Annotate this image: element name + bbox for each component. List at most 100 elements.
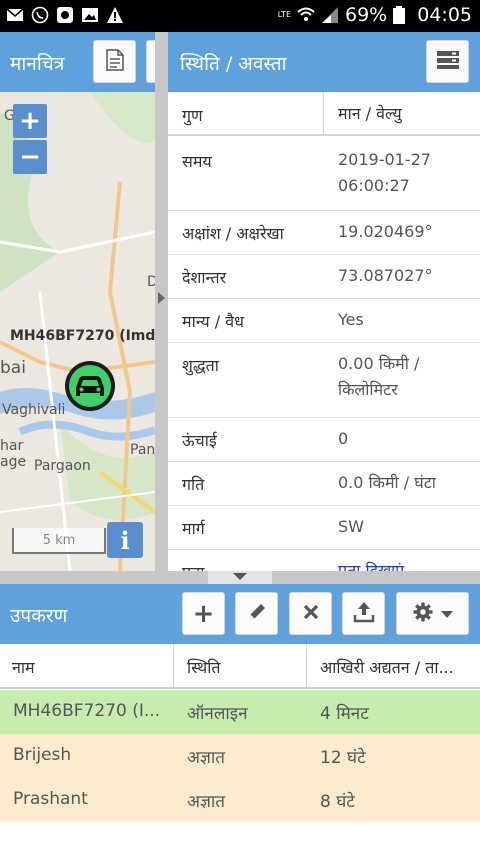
state-value: 19.020469° bbox=[338, 222, 433, 241]
network-type: LTE bbox=[277, 10, 291, 19]
devices-table-header: नाम स्थिति आखिरी अद्यतन / ता... bbox=[0, 644, 480, 689]
map-place-label: Pan bbox=[130, 442, 155, 458]
vehicle-marker-label: MH46BF7270 (Imda bbox=[10, 328, 155, 344]
state-row-speed: गति 0.0 किमी / घंटा bbox=[168, 462, 480, 506]
map-info-button[interactable]: i bbox=[107, 522, 143, 558]
state-property: देशान्तर bbox=[182, 268, 227, 287]
device-last-update: 4 मिनट bbox=[320, 704, 369, 724]
device-status: अज्ञात bbox=[187, 748, 225, 768]
pencil-icon bbox=[247, 602, 267, 626]
state-row-longitude: देशान्तर 73.087027° bbox=[168, 255, 480, 299]
map-header: मानचित्र bbox=[0, 32, 158, 92]
state-row-altitude: ऊंचाई 0 bbox=[168, 418, 480, 462]
state-row-time: समय 2019-01-27 06:00:27 bbox=[168, 136, 480, 211]
column-name[interactable]: नाम bbox=[12, 656, 35, 678]
device-status: अज्ञात bbox=[187, 792, 225, 812]
device-last-update: 8 घंटे bbox=[320, 792, 355, 812]
device-status: ऑनलाइन bbox=[187, 704, 248, 724]
state-value: Yes bbox=[338, 310, 364, 329]
state-row-accuracy: शुद्धता 0.00 किमी / किलोमिटर bbox=[168, 343, 480, 418]
device-name: Brijesh bbox=[13, 745, 72, 765]
state-table: गुण मान / वेल्यु समय 2019-01-27 06:00:27… bbox=[168, 92, 480, 571]
gear-icon bbox=[413, 602, 433, 626]
map-view[interactable]: Gan D bai Vaghivali har age Pargaon Pan … bbox=[0, 92, 155, 571]
map-scale: 5 km bbox=[12, 528, 106, 554]
state-table-header: गुण मान / वेल्यु bbox=[168, 92, 480, 136]
image-icon bbox=[81, 6, 99, 24]
map-place-label: Pargaon bbox=[34, 458, 91, 474]
warning-icon bbox=[106, 6, 124, 24]
map-place-label: age bbox=[0, 454, 27, 470]
device-name: Prashant bbox=[13, 789, 88, 809]
remove-device-button[interactable] bbox=[289, 592, 332, 635]
devices-title: उपकरण bbox=[10, 605, 68, 627]
device-name: MH46BF7270 (I... bbox=[13, 701, 161, 721]
plus-icon: + bbox=[192, 598, 215, 629]
state-title: स्थिति / अवस्ता bbox=[180, 53, 287, 75]
map-place-label: har bbox=[0, 438, 24, 454]
state-property: शुद्धता bbox=[182, 356, 219, 375]
signal-icon bbox=[321, 6, 339, 24]
device-last-update: 12 घंटे bbox=[320, 748, 366, 768]
battery-icon bbox=[393, 6, 411, 24]
state-header: स्थिति / अवस्ता bbox=[168, 32, 480, 92]
state-property: मान्य / वैध bbox=[182, 312, 245, 331]
state-property: गति bbox=[182, 475, 205, 494]
whatsapp-icon bbox=[31, 6, 49, 24]
device-row[interactable]: MH46BF7270 (I... ऑनलाइन 4 मिनट bbox=[0, 690, 480, 734]
caret-down-icon bbox=[440, 604, 453, 623]
state-value: 0.00 किमी / किलोमिटर bbox=[338, 354, 420, 399]
state-value: 73.087027° bbox=[338, 266, 433, 285]
wifi-icon bbox=[297, 6, 315, 24]
column-property: गुण bbox=[182, 106, 203, 125]
show-address-link[interactable]: पता दिखाएं bbox=[338, 558, 473, 571]
state-row-address: पता पता दिखाएं bbox=[168, 550, 480, 571]
edit-device-button[interactable] bbox=[235, 592, 278, 635]
state-property: समय bbox=[182, 152, 212, 171]
collapse-down-icon[interactable] bbox=[233, 573, 247, 580]
column-divider[interactable] bbox=[323, 92, 324, 136]
state-value: 2019-01-27 06:00:27 bbox=[338, 150, 431, 195]
column-last-update[interactable]: आखिरी अद्यतन / ता... bbox=[320, 656, 454, 678]
add-device-button[interactable]: + bbox=[182, 592, 225, 635]
map-title: मानचित्र bbox=[10, 53, 65, 75]
map-place-label: bai bbox=[0, 358, 26, 378]
state-property: ऊंचाई bbox=[182, 431, 217, 450]
document-icon bbox=[105, 48, 124, 75]
state-row-course: मार्ग SW bbox=[168, 506, 480, 550]
map-place-label: Vaghivali bbox=[2, 402, 66, 418]
upload-button[interactable] bbox=[342, 592, 385, 635]
column-divider[interactable] bbox=[173, 644, 174, 688]
state-row-valid: मान्य / वैध Yes bbox=[168, 299, 480, 343]
map-place-label: D bbox=[147, 274, 155, 290]
state-property: पता bbox=[182, 561, 204, 571]
settings-dropdown-button[interactable] bbox=[396, 592, 469, 635]
state-property: मार्ग bbox=[182, 519, 205, 538]
car-icon bbox=[65, 361, 115, 411]
devices-header: उपकरण + bbox=[0, 584, 480, 644]
state-toggle-button[interactable] bbox=[426, 40, 469, 83]
app-icon bbox=[56, 6, 74, 24]
column-status[interactable]: स्थिति bbox=[187, 656, 221, 678]
state-value: 0.0 किमी / घंटा bbox=[338, 473, 436, 492]
status-bar: LTE 69% 04:05 bbox=[0, 0, 480, 32]
zoom-out-button[interactable]: − bbox=[13, 140, 47, 174]
report-button[interactable] bbox=[93, 40, 136, 83]
state-row-latitude: अक्षांश / अक्षरेखा 19.020469° bbox=[168, 211, 480, 255]
upload-icon bbox=[353, 601, 375, 627]
close-icon bbox=[303, 604, 319, 624]
state-value: 0 bbox=[338, 429, 349, 448]
device-row[interactable]: Brijesh अज्ञात 12 घंटे bbox=[0, 734, 480, 778]
zoom-in-button[interactable]: + bbox=[13, 104, 47, 138]
server-list-icon bbox=[436, 50, 460, 74]
vehicle-marker[interactable] bbox=[64, 360, 116, 412]
collapse-arrow-icon[interactable] bbox=[158, 292, 165, 304]
mail-icon bbox=[6, 6, 24, 24]
column-value: मान / वेल्यु bbox=[338, 104, 402, 123]
clock: 04:05 bbox=[417, 4, 472, 26]
state-value: SW bbox=[338, 517, 364, 536]
device-row[interactable]: Prashant अज्ञात 8 घंटे bbox=[0, 778, 480, 822]
column-divider[interactable] bbox=[306, 644, 307, 688]
state-property: अक्षांश / अक्षरेखा bbox=[182, 224, 284, 243]
battery-percent: 69% bbox=[345, 4, 388, 26]
